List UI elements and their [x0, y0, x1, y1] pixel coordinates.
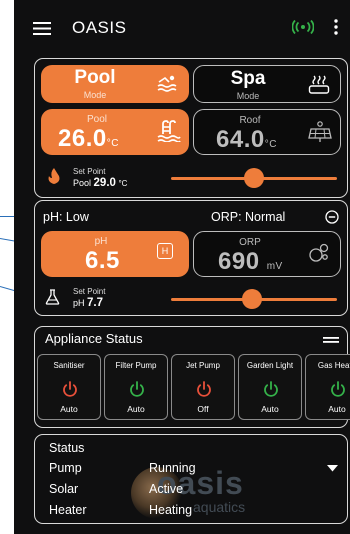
- appliance-name: Filter Pump: [115, 361, 157, 370]
- power-icon: [331, 381, 345, 397]
- pool-setpoint-label: Set Point: [73, 167, 106, 176]
- ph-value: 6.5: [85, 247, 120, 274]
- appliance-state: Auto: [127, 404, 145, 414]
- ph-setpoint-knob[interactable]: [242, 289, 263, 309]
- pool-temp-value: 26.0°C: [58, 125, 119, 152]
- more-options-icon[interactable]: [334, 19, 338, 35]
- status-pump-value: Running: [149, 461, 196, 475]
- pool-mode-button[interactable]: Pool Mode: [41, 65, 189, 103]
- pool-waves-icon: [157, 75, 177, 92]
- app-screen: OASIS Pool Mode Spa Mode Pool 26.0°C Roo…: [14, 0, 350, 534]
- collapse-minus-icon[interactable]: [325, 210, 339, 224]
- ph-setpoint-label: Set Point: [73, 287, 106, 296]
- menu-icon[interactable]: [33, 22, 51, 35]
- pool-temp-label: Pool: [86, 114, 107, 125]
- appliance-tile[interactable]: Filter Pump Auto: [104, 354, 168, 420]
- status-solar-value: Active: [149, 482, 184, 496]
- ph-setpoint-value: pH 7.7: [73, 297, 104, 309]
- pool-ladder-icon: [157, 120, 181, 142]
- appliance-tile[interactable]: Garden Light Auto: [238, 354, 302, 420]
- beaker-icon: [45, 289, 60, 305]
- appliance-state: Off: [197, 404, 209, 414]
- appliance-status-title: Appliance Status: [45, 331, 143, 346]
- appliance-tile[interactable]: Jet Pump Off: [171, 354, 235, 420]
- pool-temp-button[interactable]: Pool 26.0°C: [41, 109, 189, 155]
- spa-mode-label: Spa: [230, 68, 266, 89]
- ph-badge: H: [157, 243, 173, 259]
- orp-status-text: ORP: Normal: [211, 210, 286, 224]
- pool-control-card: Pool Mode Spa Mode Pool 26.0°C Roof 64.0…: [34, 58, 348, 198]
- ph-button[interactable]: pH 6.5 H: [41, 231, 189, 277]
- flame-icon: [48, 168, 60, 184]
- wifi-connected-icon: [292, 20, 314, 34]
- ph-label: pH: [94, 236, 108, 247]
- appliance-name: Sanitiser: [53, 361, 85, 370]
- power-icon: [264, 381, 278, 397]
- watermark-sub: aquatics: [193, 499, 246, 515]
- power-icon: [130, 381, 144, 397]
- expand-chevron-icon[interactable]: [327, 465, 338, 472]
- appliance-name: Jet Pump: [186, 361, 220, 370]
- pool-setpoint-knob[interactable]: [244, 168, 264, 188]
- appliance-state: Auto: [261, 404, 279, 414]
- roof-temp-button[interactable]: Roof 64.0°C: [193, 109, 341, 155]
- bubbles-icon: [309, 243, 329, 262]
- power-icon: [63, 381, 77, 397]
- roof-temp-label: Roof: [239, 115, 261, 126]
- orp-label: ORP: [239, 237, 261, 248]
- appliance-state: Auto: [328, 404, 346, 414]
- status-title: Status: [49, 441, 85, 455]
- drag-handle-icon[interactable]: [323, 337, 339, 343]
- pool-setpoint-value: Pool 29.0 °C: [73, 177, 128, 189]
- orp-button[interactable]: ORP 690 mV: [193, 231, 341, 277]
- status-heater-label: Heater: [49, 503, 87, 517]
- spa-mode-button[interactable]: Spa Mode: [193, 65, 341, 103]
- power-icon: [197, 381, 211, 397]
- chemistry-card: pH: Low ORP: Normal pH 6.5 H ORP 690 mV: [34, 200, 348, 316]
- status-card: Status oasis aquatics Pump Running Solar…: [34, 434, 348, 524]
- appliance-name: Gas Heate: [317, 361, 350, 370]
- solar-panel-icon: [308, 121, 332, 142]
- top-bar: OASIS: [14, 0, 350, 56]
- appliance-state: Auto: [60, 404, 78, 414]
- roof-temp-value: 64.0°C: [216, 126, 277, 153]
- status-solar-label: Solar: [49, 482, 79, 496]
- pool-mode-sub: Mode: [83, 90, 107, 100]
- appliance-tile[interactable]: Gas Heate Auto: [305, 354, 350, 420]
- status-heater-value: Heating: [149, 503, 193, 517]
- hot-tub-icon: [308, 75, 330, 94]
- app-title: OASIS: [72, 18, 127, 37]
- status-pump-label: Pump: [49, 461, 82, 475]
- ph-status-text: pH: Low: [43, 210, 89, 224]
- appliance-tile[interactable]: Sanitiser Auto: [37, 354, 101, 420]
- spa-mode-sub: Mode: [236, 91, 260, 101]
- pool-mode-label: Pool: [74, 67, 116, 88]
- orp-value: 690 mV: [218, 248, 283, 275]
- appliance-name: Garden Light: [246, 361, 294, 370]
